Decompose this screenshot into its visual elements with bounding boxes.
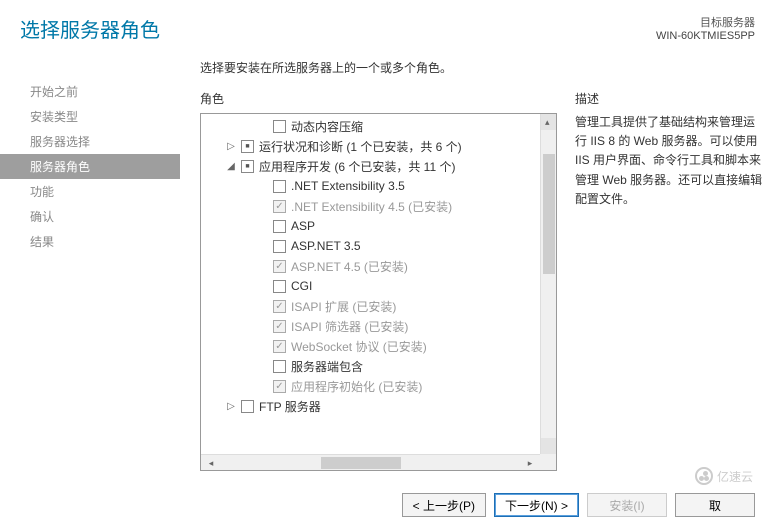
checkbox[interactable] — [241, 140, 254, 153]
tree-item-label: WebSocket 协议 (已安装) — [291, 338, 427, 355]
checkbox — [273, 300, 286, 313]
tree-row[interactable]: 服务器端包含 — [201, 356, 540, 376]
tree-row[interactable]: WebSocket 协议 (已安装) — [201, 336, 540, 356]
checkbox[interactable] — [273, 220, 286, 233]
checkbox[interactable] — [273, 240, 286, 253]
tree-item-label: 应用程序开发 (6 个已安装，共 11 个) — [259, 158, 455, 175]
tree-item-label: ISAPI 筛选器 (已安装) — [291, 318, 408, 335]
expander-none — [257, 120, 269, 132]
nav-step-1[interactable]: 安装类型 — [0, 104, 180, 129]
expander-none — [257, 200, 269, 212]
expander-none — [257, 300, 269, 312]
checkbox[interactable] — [241, 400, 254, 413]
tree-item-label: ASP — [291, 219, 315, 233]
nav-step-6: 结果 — [0, 229, 180, 254]
tree-item-label: .NET Extensibility 3.5 — [291, 179, 405, 193]
expander-none — [257, 220, 269, 232]
tree-row[interactable]: ASP.NET 4.5 (已安装) — [201, 256, 540, 276]
tree-item-label: FTP 服务器 — [259, 398, 321, 415]
tree-row[interactable]: CGI — [201, 276, 540, 296]
tree-row[interactable]: ISAPI 筛选器 (已安装) — [201, 316, 540, 336]
tree-item-label: 服务器端包含 — [291, 358, 363, 375]
checkbox[interactable] — [273, 280, 286, 293]
target-server-block: 目标服务器 WIN-60KTMIES5PP — [656, 14, 755, 42]
target-server-name: WIN-60KTMIES5PP — [656, 30, 755, 42]
tree-item-label: 运行状况和诊断 (1 个已安装，共 6 个) — [259, 138, 462, 155]
description-heading: 描述 — [575, 90, 765, 107]
tree-row[interactable]: ▷ 运行状况和诊断 (1 个已安装，共 6 个) — [201, 136, 540, 156]
scroll-left-icon[interactable]: ◂ — [203, 458, 219, 469]
prev-button[interactable]: < 上一步(P) — [402, 493, 486, 517]
horizontal-scrollbar[interactable]: ◂ ▸ — [201, 454, 540, 470]
next-button[interactable]: 下一步(N) > — [494, 493, 579, 517]
tree-row[interactable]: ASP.NET 3.5 — [201, 236, 540, 256]
checkbox — [273, 260, 286, 273]
install-button: 安装(I) — [587, 493, 667, 517]
wizard-nav: 开始之前安装类型服务器选择服务器角色功能确认结果 — [0, 51, 180, 471]
tree-row[interactable]: 应用程序初始化 (已安装) — [201, 376, 540, 396]
expander-none — [257, 340, 269, 352]
checkbox — [273, 380, 286, 393]
scrollbar-corner — [540, 454, 556, 470]
scroll-right-icon[interactable]: ▸ — [522, 458, 538, 469]
scroll-down-icon[interactable]: ▾ — [545, 440, 550, 451]
scroll-up-icon[interactable]: ▴ — [545, 117, 550, 128]
expander-none — [257, 360, 269, 372]
expander-closed-icon[interactable]: ▷ — [225, 400, 237, 412]
expander-none — [257, 260, 269, 272]
tree-item-label: 应用程序初始化 (已安装) — [291, 378, 422, 395]
tree-row[interactable]: ISAPI 扩展 (已安装) — [201, 296, 540, 316]
expander-closed-icon[interactable]: ▷ — [225, 140, 237, 152]
scroll-thumb-vertical[interactable] — [543, 154, 555, 274]
checkbox[interactable] — [273, 360, 286, 373]
watermark: 亿速云 — [695, 467, 753, 485]
wizard-footer: < 上一步(P) 下一步(N) > 安装(I) 取 — [402, 493, 755, 517]
tree-row[interactable]: ◢ 应用程序开发 (6 个已安装，共 11 个) — [201, 156, 540, 176]
tree-row[interactable]: ASP — [201, 216, 540, 236]
vertical-scrollbar[interactable]: ▴ ▾ — [540, 114, 556, 454]
roles-tree[interactable]: 动态内容压缩 ▷ 运行状况和诊断 (1 个已安装，共 6 个) ◢ 应用程序开发 (6 … — [200, 113, 557, 471]
checkbox — [273, 200, 286, 213]
checkbox — [273, 340, 286, 353]
expander-none — [257, 380, 269, 392]
expander-none — [257, 320, 269, 332]
watermark-text: 亿速云 — [717, 468, 753, 485]
tree-item-label: ASP.NET 4.5 (已安装) — [291, 258, 408, 275]
tree-item-label: 动态内容压缩 — [291, 118, 363, 135]
checkbox[interactable] — [273, 120, 286, 133]
scroll-thumb-horizontal[interactable] — [321, 457, 401, 469]
tree-item-label: CGI — [291, 279, 312, 293]
checkbox[interactable] — [241, 160, 254, 173]
instruction-text: 选择要安装在所选服务器上的一个或多个角色。 — [200, 59, 765, 76]
tree-row[interactable]: ▷ FTP 服务器 — [201, 396, 540, 416]
tree-row[interactable]: .NET Extensibility 3.5 — [201, 176, 540, 196]
tree-item-label: ASP.NET 3.5 — [291, 239, 361, 253]
checkbox — [273, 320, 286, 333]
nav-step-2[interactable]: 服务器选择 — [0, 129, 180, 154]
target-server-label: 目标服务器 — [656, 14, 755, 30]
tree-item-label: .NET Extensibility 4.5 (已安装) — [291, 198, 452, 215]
nav-step-0[interactable]: 开始之前 — [0, 79, 180, 104]
tree-row[interactable]: 动态内容压缩 — [201, 116, 540, 136]
description-text: 管理工具提供了基础结构来管理运行 IIS 8 的 Web 服务器。可以使用 II… — [575, 113, 765, 209]
nav-step-4: 功能 — [0, 179, 180, 204]
roles-heading: 角色 — [200, 90, 557, 107]
checkbox[interactable] — [273, 180, 286, 193]
page-title: 选择服务器角色 — [20, 14, 160, 43]
expander-none — [257, 240, 269, 252]
expander-none — [257, 280, 269, 292]
cancel-button[interactable]: 取 — [675, 493, 755, 517]
tree-row[interactable]: .NET Extensibility 4.5 (已安装) — [201, 196, 540, 216]
nav-step-3[interactable]: 服务器角色 — [0, 154, 180, 179]
nav-step-5: 确认 — [0, 204, 180, 229]
expander-none — [257, 180, 269, 192]
tree-item-label: ISAPI 扩展 (已安装) — [291, 298, 396, 315]
expander-open-icon[interactable]: ◢ — [225, 160, 237, 172]
